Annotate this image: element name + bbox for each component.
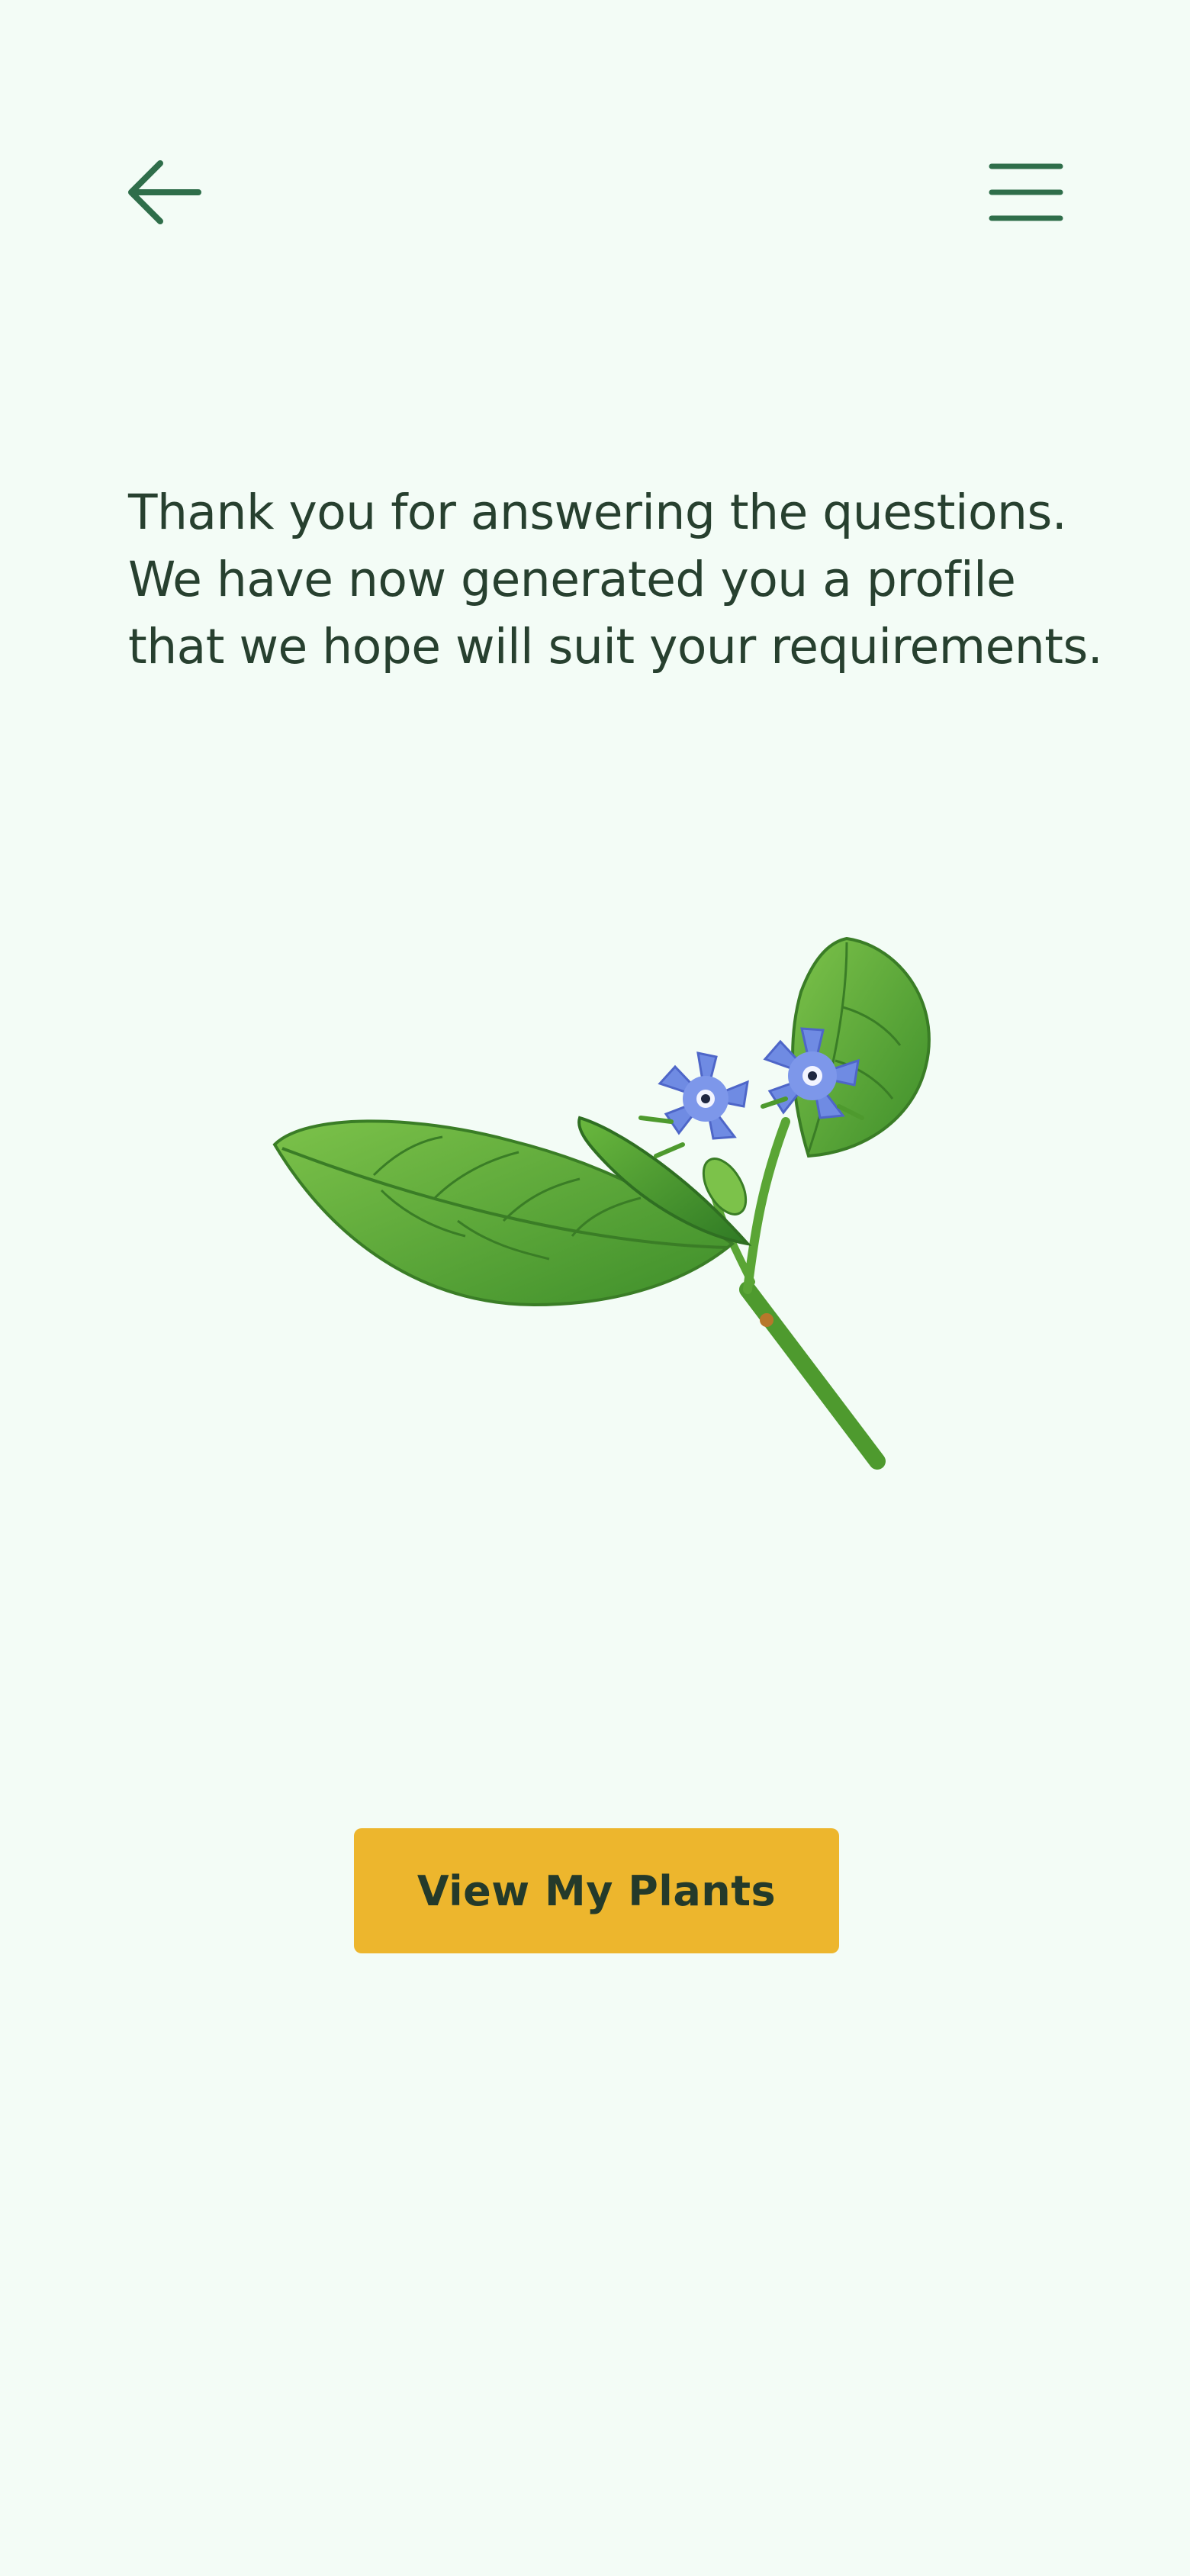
- message-line: that we hope will suit your requirements…: [128, 619, 1103, 675]
- view-my-plants-button[interactable]: View My Plants: [354, 1828, 839, 1953]
- borage-plant-image: [272, 936, 931, 1470]
- message-line: We have now generated you a profile: [128, 552, 1016, 607]
- arrow-left-icon: [128, 160, 201, 224]
- confirmation-message: Thank you for answering the questions. W…: [128, 479, 1120, 681]
- back-button[interactable]: [122, 153, 206, 233]
- menu-button[interactable]: [984, 153, 1068, 233]
- top-bar: [0, 0, 1190, 275]
- plant-illustration: [259, 923, 946, 1480]
- message-line: Thank you for answering the questions.: [128, 485, 1067, 540]
- hamburger-menu-icon: [989, 163, 1063, 221]
